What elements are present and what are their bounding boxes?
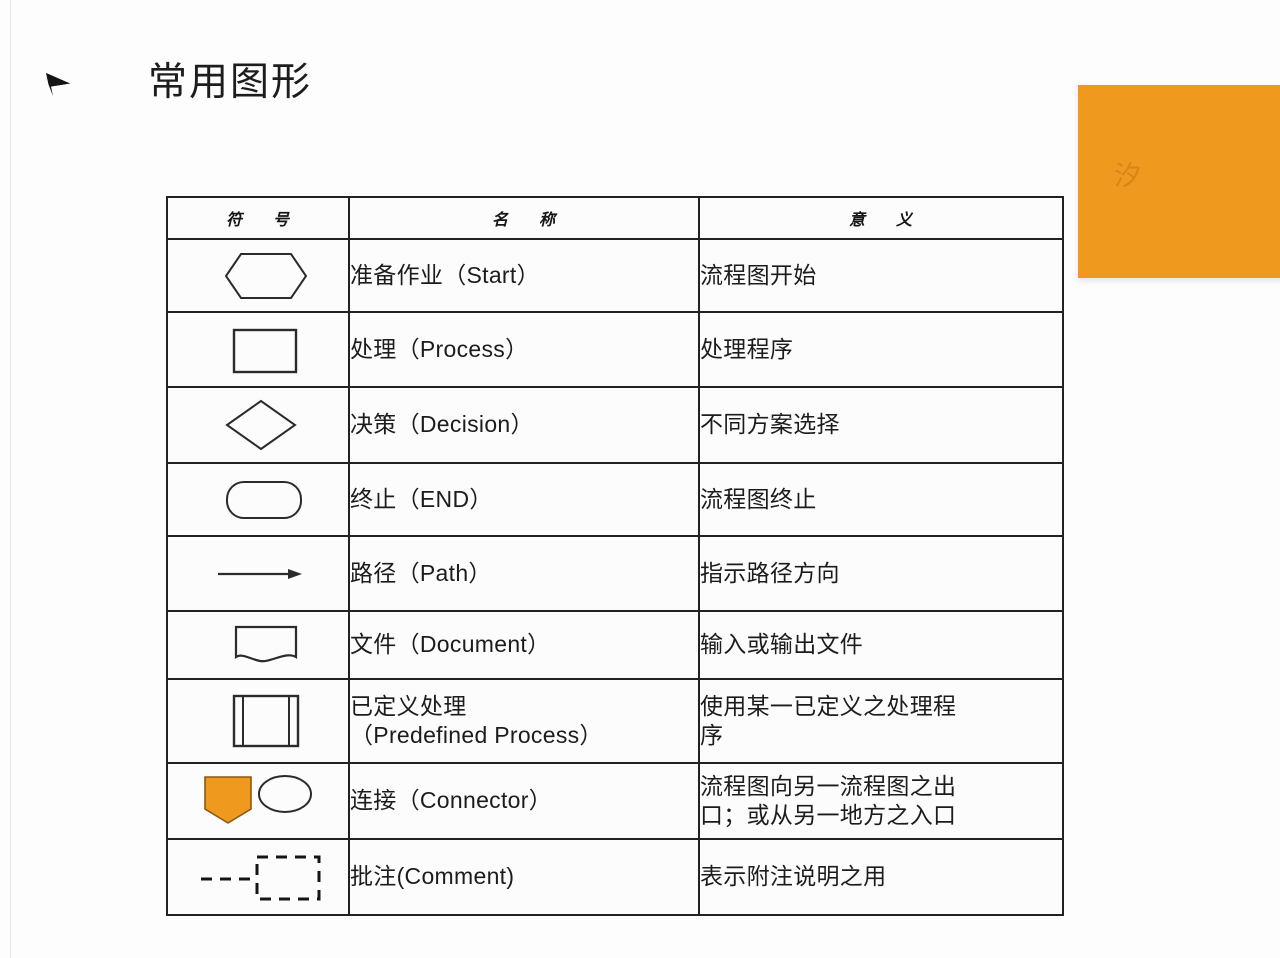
name-text: 准备作业（Start） bbox=[350, 261, 540, 288]
meaning-cell: 流程图终止 bbox=[698, 462, 1064, 537]
meaning-cell: 处理程序 bbox=[698, 311, 1064, 388]
name-text: 已定义处理 bbox=[350, 692, 467, 719]
orange-block-glyph: 汐 bbox=[1114, 161, 1141, 192]
name-text: 连接（Connector） bbox=[350, 787, 553, 814]
name-text: 批注(Comment) bbox=[350, 863, 515, 890]
name-text: 处理（Process） bbox=[350, 335, 529, 362]
table-row: 连接（Connector） 流程图向另一流程图之出 口；或从另一地方之入口 bbox=[166, 762, 1064, 840]
meaning-text-line1: 流程图开始 bbox=[700, 261, 817, 288]
header-cell-meaning: 意 义 bbox=[698, 196, 1064, 240]
page-left-rule bbox=[10, 0, 11, 958]
name-text-line2: （Predefined Process） bbox=[350, 722, 603, 748]
diamond-decision-shape-icon bbox=[168, 398, 348, 452]
meaning-cell: 输入或输出文件 bbox=[698, 610, 1064, 680]
name-cell: 处理（Process） bbox=[348, 311, 700, 388]
table-row: 已定义处理 （Predefined Process） 使用某一已定义之处理程 序 bbox=[166, 678, 1064, 764]
symbol-cell bbox=[166, 238, 350, 313]
table-row: 终止（END） 流程图终止 bbox=[166, 462, 1064, 537]
name-cell: 连接（Connector） bbox=[348, 762, 700, 840]
symbol-cell bbox=[166, 462, 350, 537]
table-row: 准备作业（Start） 流程图开始 bbox=[166, 238, 1064, 313]
name-cell: 准备作业（Start） bbox=[348, 238, 700, 313]
meaning-text-line1: 不同方案选择 bbox=[700, 411, 840, 438]
meaning-cell: 流程图向另一流程图之出 口；或从另一地方之入口 bbox=[698, 762, 1064, 840]
name-cell: 已定义处理 （Predefined Process） bbox=[348, 678, 700, 764]
meaning-cell: 使用某一已定义之处理程 序 bbox=[698, 678, 1064, 764]
dashed-comment-shape-icon bbox=[168, 849, 348, 905]
name-cell: 路径（Path） bbox=[348, 535, 700, 612]
header-name-right: 称 bbox=[539, 210, 557, 229]
meaning-cell: 表示附注说明之用 bbox=[698, 838, 1064, 916]
meaning-text-line1: 流程图终止 bbox=[700, 485, 817, 512]
arrow-path-shape-icon bbox=[168, 559, 348, 589]
meaning-text-line2: 序 bbox=[700, 722, 724, 748]
meaning-cell: 不同方案选择 bbox=[698, 386, 1064, 464]
header-symbol-left: 符 bbox=[225, 210, 243, 229]
symbol-cell bbox=[166, 610, 350, 680]
meaning-text-line2: 口；或从另一地方之入口 bbox=[700, 802, 957, 828]
header-symbol-right: 号 bbox=[273, 210, 291, 229]
symbol-cell bbox=[166, 535, 350, 612]
name-cell: 文件（Document） bbox=[348, 610, 700, 680]
meaning-text-line1: 表示附注说明之用 bbox=[700, 863, 887, 890]
symbol-cell bbox=[166, 311, 350, 388]
header-meaning-left: 意 bbox=[848, 210, 866, 229]
hexagon-start-shape-icon bbox=[168, 251, 348, 301]
name-text: 路径（Path） bbox=[350, 559, 492, 586]
meaning-text-line1: 指示路径方向 bbox=[700, 559, 840, 586]
predefined-process-shape-icon bbox=[168, 690, 348, 752]
flowchart-symbol-table: 符 号 名 称 意 义 准备作业（Start） 流程图开始 处理（Process… bbox=[166, 196, 1064, 916]
meaning-text-line1: 输入或输出文件 bbox=[700, 631, 864, 658]
rounded-terminator-shape-icon bbox=[168, 475, 348, 525]
page-title: 常用图形 bbox=[148, 60, 313, 104]
name-text: 文件（Document） bbox=[350, 631, 551, 658]
meaning-text-line1: 使用某一已定义之处理程 bbox=[700, 692, 957, 719]
rectangle-process-shape-icon bbox=[168, 325, 348, 375]
document-wavy-shape-icon bbox=[168, 621, 348, 669]
header-meaning-right: 义 bbox=[896, 210, 914, 229]
table-row: 批注(Comment) 表示附注说明之用 bbox=[166, 838, 1064, 916]
table-header-row: 符 号 名 称 意 义 bbox=[166, 196, 1064, 240]
slide-title-row: 常用图形 bbox=[40, 48, 312, 118]
name-text: 终止（END） bbox=[350, 485, 493, 512]
name-cell: 终止（END） bbox=[348, 462, 700, 537]
meaning-cell: 指示路径方向 bbox=[698, 535, 1064, 612]
table-row: 决策（Decision） 不同方案选择 bbox=[166, 386, 1064, 464]
symbol-cell bbox=[166, 386, 350, 464]
orange-decoration-block: 汐 bbox=[1078, 85, 1280, 278]
table-row: 文件（Document） 输入或输出文件 bbox=[166, 610, 1064, 680]
name-cell: 决策（Decision） bbox=[348, 386, 700, 464]
name-cell: 批注(Comment) bbox=[348, 838, 700, 916]
header-name-left: 名 bbox=[491, 210, 509, 229]
header-cell-name: 名 称 bbox=[348, 196, 700, 240]
meaning-cell: 流程图开始 bbox=[698, 238, 1064, 313]
symbol-cell bbox=[166, 762, 350, 840]
connector-shield-and-circle-shape-icon bbox=[168, 773, 348, 829]
symbol-cell bbox=[166, 678, 350, 764]
name-text: 决策（Decision） bbox=[350, 411, 534, 438]
table-row: 处理（Process） 处理程序 bbox=[166, 311, 1064, 388]
arrow-bullet-icon bbox=[40, 66, 74, 100]
symbol-cell bbox=[166, 838, 350, 916]
table-row: 路径（Path） 指示路径方向 bbox=[166, 535, 1064, 612]
meaning-text-line1: 流程图向另一流程图之出 bbox=[700, 772, 957, 799]
meaning-text-line1: 处理程序 bbox=[700, 335, 794, 362]
header-cell-symbol: 符 号 bbox=[166, 196, 350, 240]
